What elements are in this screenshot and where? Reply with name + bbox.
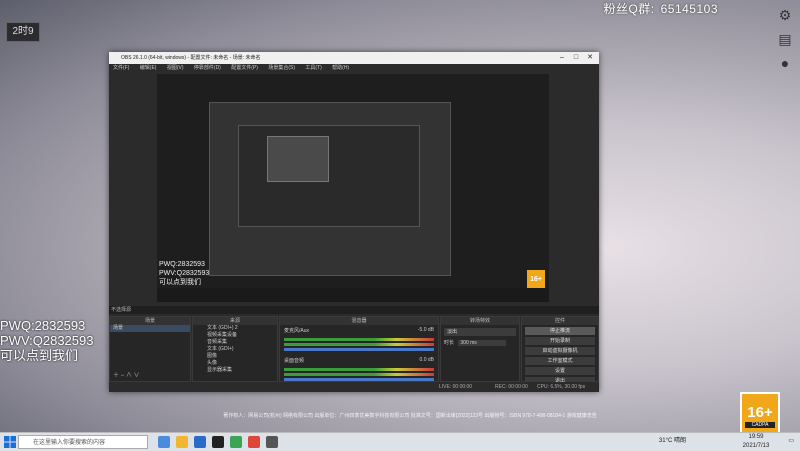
obs-window: OBS 26.1.0 (64-bit, windows) - 配置文件: 未命名… [109,52,599,392]
mail-icon[interactable] [194,436,206,448]
live-status: LIVE: 00:00:00 [439,384,473,390]
rating-label: 16+ [747,404,773,421]
close-icon[interactable]: ✕ [583,52,597,64]
nested-preview-3 [267,136,329,182]
track-db: -5.0 dB [417,327,434,333]
preview-promo: PWQ:2832593 PWV:Q2832593 可以点到我们 [159,260,209,287]
fans-group-label: 粉丝Q群: 65145103 [603,0,718,17]
menu-help[interactable]: 帮助(H) [332,65,349,71]
obs-app-icon[interactable] [212,436,224,448]
preview-promo-line: PWV:Q2832593 [159,270,210,277]
volume-meter [284,338,434,341]
nested-preview-2 [238,125,420,227]
scenes-controls[interactable]: ＋ − ∧ ∨ [113,370,140,379]
rating-sub: CADPA [745,422,775,428]
duration-row: 时长 300 ms [444,339,516,346]
clock[interactable]: 19:59 2021/7/13 [736,433,776,451]
volume-meter [284,368,434,371]
obs-title: OBS 26.1.0 (64-bit, windows) - 配置文件: 未命名… [121,55,261,61]
scenes-dock-title: 场景 [110,317,190,325]
source-hint-bar: 不选择源 [109,306,599,314]
track-name: 麦克风/Aux [284,328,310,334]
virtual-camera-button[interactable]: 启动虚拟摄像机 [525,347,595,355]
studio-mode-button[interactable]: 工作室模式 [525,357,595,365]
settings-button[interactable]: 设置 [525,367,595,375]
cpu-status: CPU: 6.5%, 30.00 fps [537,384,586,390]
menu-file[interactable]: 文件(F) [113,65,129,71]
app-icon[interactable] [230,436,242,448]
app-icon[interactable] [248,436,260,448]
nested-preview [209,102,451,276]
source-item[interactable]: 显示器采集 [193,367,277,374]
preview-taskbar [157,288,549,302]
transition-select[interactable]: 淡出 [444,328,516,336]
controls-dock-title: 控件 [522,317,598,325]
obs-statusbar: LIVE: 00:00:00 REC: 00:00:00 CPU: 6.5%, … [109,382,599,392]
mixer-track-1: 麦克风/Aux -5.0 dB [280,325,438,336]
start-recording-button[interactable]: 开始录制 [525,337,595,345]
track-db: 0.0 dB [419,357,434,363]
volume-slider[interactable] [284,378,434,381]
menu-view[interactable]: 视图(V) [167,65,184,71]
volume-slider[interactable] [284,348,434,351]
volume-meter [284,373,434,376]
preview-promo-line: 可以点到我们 [159,279,201,286]
promo-line: 可以点到我们 [0,348,79,363]
taskbar: 在这里输入你要搜索的内容 31°C 晴朗 19:59 2021/7/13 ▭ [0,432,800,451]
obs-menubar: 文件(F) 编辑(E) 视图(V) 停靠部件(D) 配置文件(P) 场景集合(S… [109,64,599,73]
rec-status: REC: 00:00:00 [495,384,528,390]
preview-canvas[interactable]: PWQ:2832593 PWV:Q2832593 可以点到我们 16+ [157,74,549,302]
edge-icon[interactable] [158,436,170,448]
scene-item[interactable]: 场景 [110,325,190,332]
mixer-track-2: 桌面音频 0.0 dB [280,353,438,366]
transitions-dock-title: 转场特效 [441,317,519,325]
stop-streaming-button[interactable]: 停止推流 [525,327,595,335]
source-item[interactable]: 文本 (GDI+) [193,346,277,353]
transitions-dock: 转场特效 淡出 时长 300 ms [440,316,520,382]
weather-label[interactable]: 31°C 晴朗 [659,437,686,446]
monitor-icon[interactable]: ▤ [776,30,794,48]
source-item[interactable]: 图像 [193,353,277,360]
duration-label: 时长 [444,340,455,346]
menu-edit[interactable]: 编辑(E) [140,65,157,71]
source-item[interactable]: 视频采集设备 [193,332,277,339]
menu-tools[interactable]: 工具(T) [305,65,321,71]
side-icon-column: ⚙ ▤ ● [776,6,796,78]
fans-number: 65145103 [660,2,718,16]
volume-meter [284,343,434,346]
fans-label: 粉丝Q群: [603,2,655,16]
menu-docks[interactable]: 停靠部件(D) [194,65,221,71]
track-name: 桌面音频 [284,358,305,364]
promo-line: PWQ:2832593 [0,318,86,333]
source-item[interactable]: 头像 [193,360,277,367]
maximize-icon[interactable]: □ [569,52,583,64]
windows-start-icon[interactable] [4,436,16,448]
clock-time: 19:59 [748,434,764,440]
preview-promo-line: PWQ:2832593 [159,261,205,268]
minimize-icon[interactable]: – [555,52,569,64]
scenes-dock: 场景 场景 ＋ − ∧ ∨ [109,316,191,382]
menu-profile[interactable]: 配置文件(P) [231,65,258,71]
sources-dock: 来源 文本 (GDI+) 2 视频采集设备 音频采集 文本 (GDI+) 图像 … [192,316,278,382]
folder-icon[interactable] [176,436,188,448]
promo-text: PWQ:2832593 PWV:Q2832593 可以点到我们 [0,318,93,363]
promo-line: PWV:Q2832593 [0,333,94,348]
timer-badge: 2时9 [6,22,40,42]
source-item[interactable]: 音频采集 [193,339,277,346]
menu-scene-collection[interactable]: 场景集合(S) [268,65,295,71]
controls-dock: 控件 停止推流 开始录制 启动虚拟摄像机 工作室模式 设置 退出 [521,316,599,385]
mixer-dock-title: 混音器 [280,317,438,325]
notification-icon[interactable]: ▭ [788,437,794,446]
app-icon[interactable] [266,436,278,448]
preview-rating-badge: 16+ [527,270,545,290]
taskbar-search-input[interactable]: 在这里输入你要搜索的内容 [18,435,148,449]
obs-titlebar: OBS 26.1.0 (64-bit, windows) - 配置文件: 未命名… [109,52,599,64]
mixer-dock: 混音器 麦克风/Aux -5.0 dB 桌面音频 0.0 dB [279,316,439,382]
gear-icon[interactable]: ⚙ [776,6,794,24]
source-item[interactable]: 文本 (GDI+) 2 [193,325,277,332]
copyright-credits: 著作权人：网易公司(杭州) 网络有限公司 出版单位：广州四季优美数字科技有限公司… [223,413,597,419]
duration-input[interactable]: 300 ms [458,340,507,346]
sources-dock-title: 来源 [193,317,277,325]
user-icon[interactable]: ● [776,54,794,72]
